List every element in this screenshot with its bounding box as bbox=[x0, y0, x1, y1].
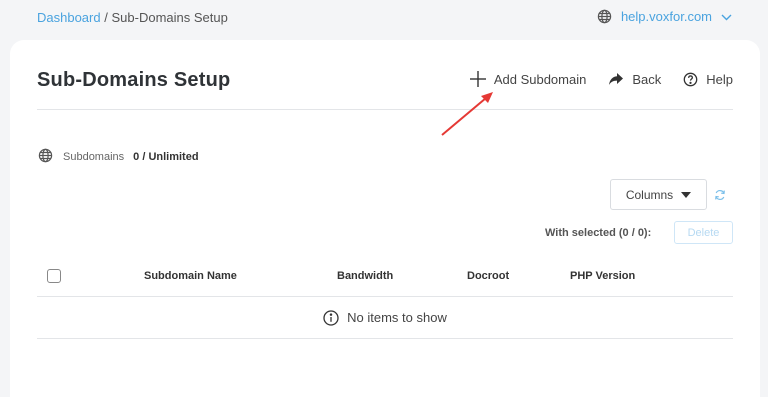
table-header: Subdomain Name Bandwidth Docroot PHP Ver… bbox=[37, 258, 733, 297]
back-label: Back bbox=[632, 71, 662, 87]
delete-button[interactable]: Delete bbox=[674, 221, 733, 244]
info-icon bbox=[323, 309, 339, 326]
with-selected-label: With selected (0 / 0): bbox=[545, 227, 652, 239]
page-title: Sub-Domains Setup bbox=[37, 69, 231, 91]
column-header-bandwidth[interactable]: Bandwidth bbox=[337, 270, 393, 282]
column-header-php-version[interactable]: PHP Version bbox=[570, 270, 635, 282]
help-button[interactable]: Help bbox=[683, 72, 733, 87]
share-arrow-icon bbox=[608, 72, 624, 86]
breadcrumb-current: Sub-Domains Setup bbox=[111, 10, 228, 25]
column-header-subdomain-name[interactable]: Subdomain Name bbox=[144, 270, 237, 282]
subdomains-table: Subdomain Name Bandwidth Docroot PHP Ver… bbox=[37, 258, 733, 339]
refresh-icon[interactable] bbox=[714, 188, 726, 206]
columns-dropdown-button[interactable]: Columns bbox=[610, 179, 707, 210]
subdomain-counter: Subdomains 0 / Unlimited bbox=[38, 148, 199, 166]
back-button[interactable]: Back bbox=[608, 72, 661, 87]
globe-icon bbox=[38, 148, 53, 166]
select-all-checkbox[interactable] bbox=[47, 269, 61, 283]
empty-state-message: No items to show bbox=[347, 310, 447, 325]
domain-picker[interactable]: help.voxfor.com bbox=[597, 9, 732, 24]
caret-down-icon bbox=[681, 191, 692, 198]
question-circle-icon bbox=[683, 72, 698, 87]
breadcrumb: Dashboard / Sub-Domains Setup bbox=[37, 10, 228, 25]
domain-name: help.voxfor.com bbox=[620, 9, 712, 24]
help-label: Help bbox=[706, 71, 733, 87]
plus-icon bbox=[469, 71, 486, 87]
annotation-arrow-icon bbox=[441, 92, 493, 136]
chevron-down-icon bbox=[721, 9, 732, 24]
add-subdomain-button[interactable]: Add Subdomain bbox=[469, 71, 587, 87]
add-subdomain-label: Add Subdomain bbox=[493, 71, 587, 87]
empty-state-row: No items to show bbox=[37, 297, 733, 339]
columns-label: Columns bbox=[625, 187, 674, 202]
globe-icon bbox=[597, 9, 612, 24]
breadcrumb-separator: / bbox=[104, 10, 108, 25]
breadcrumb-dashboard-link[interactable]: Dashboard bbox=[37, 10, 101, 25]
main-card: Sub-Domains Setup Add Subdomain Back Hel… bbox=[10, 40, 760, 397]
top-bar: Dashboard / Sub-Domains Setup help.voxfo… bbox=[0, 0, 768, 36]
counter-label: Subdomains bbox=[63, 151, 125, 163]
title-divider bbox=[37, 109, 733, 110]
header-actions: Add Subdomain Back Help bbox=[448, 71, 733, 87]
counter-value: 0 / Unlimited bbox=[133, 151, 199, 163]
column-header-docroot[interactable]: Docroot bbox=[467, 270, 509, 282]
